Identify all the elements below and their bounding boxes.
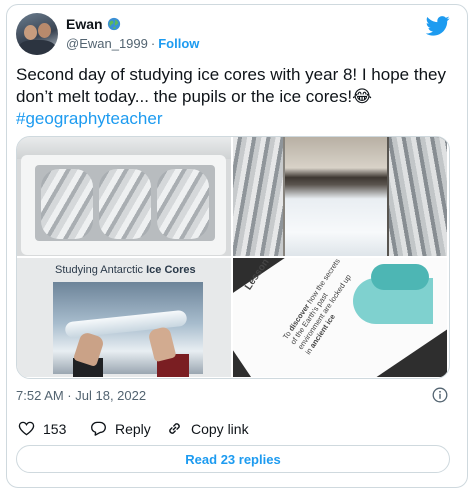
author-display-name[interactable]: Ewan [66,16,103,32]
media-photo-slide-antarctic[interactable]: Studying Antarctic Ice Cores [17,258,231,377]
hashtag-link[interactable]: #geographyteacher [16,109,163,128]
speech-bubble-icon [91,421,106,436]
globe-emoji-icon [107,17,120,31]
foil-left [233,137,283,256]
like-count: 153 [43,420,67,437]
teal-shape [371,264,429,290]
tweet-timestamp[interactable]: 7:52 AM · Jul 18, 2022 [16,388,146,403]
avatar-face [24,25,37,40]
author-handle-row: @Ewan_1999 · Follow [66,36,199,51]
media-photo-slide-lesson[interactable]: Lesson Purpose To discover how the secre… [233,258,447,377]
copy-link-button[interactable]: Copy link [166,420,249,437]
tweet-actions: 153 Reply Copy link [16,420,456,440]
tweet-text: Second day of studying ice cores with ye… [16,64,456,130]
laughing-emoji-icon: 😂 [352,87,372,106]
separator-dot: · [150,36,156,51]
info-icon[interactable] [432,387,448,403]
avatar[interactable] [16,13,58,55]
tweet-body: Second day of studying ice cores with ye… [16,65,446,106]
slide-title-bold: Ice Cores [146,264,196,276]
avatar-body [18,40,56,55]
media-photo-cooler[interactable] [17,137,231,256]
twitter-bird-icon[interactable] [426,16,450,36]
reply-label: Reply [115,420,151,437]
author-handle[interactable]: @Ewan_1999 [66,36,148,51]
like-button[interactable]: 153 [18,420,66,437]
read-replies-label: Read 23 replies [185,451,281,467]
slide-title: Studying Antarctic Ice Cores [55,264,196,276]
heart-icon [18,421,35,436]
copy-link-label: Copy link [191,420,249,437]
foil-wrapped-core [41,169,93,239]
author-name-row: Ewan [66,16,121,32]
reply-button[interactable]: Reply [90,420,151,437]
foil-wrapped-core [99,169,151,239]
link-icon [169,423,180,434]
read-replies-button[interactable]: Read 23 replies [16,445,450,473]
slide-title-prefix: Studying Antarctic [55,264,147,276]
follow-button[interactable]: Follow [158,36,199,51]
media-grid: Studying Antarctic Ice Cores Lesson Purp… [16,136,450,379]
ice-core-sample [285,137,387,256]
media-photo-ice-core[interactable] [233,137,447,256]
foil-right [389,137,447,256]
foil-wrapped-core [157,169,209,239]
avatar-face [38,23,51,38]
